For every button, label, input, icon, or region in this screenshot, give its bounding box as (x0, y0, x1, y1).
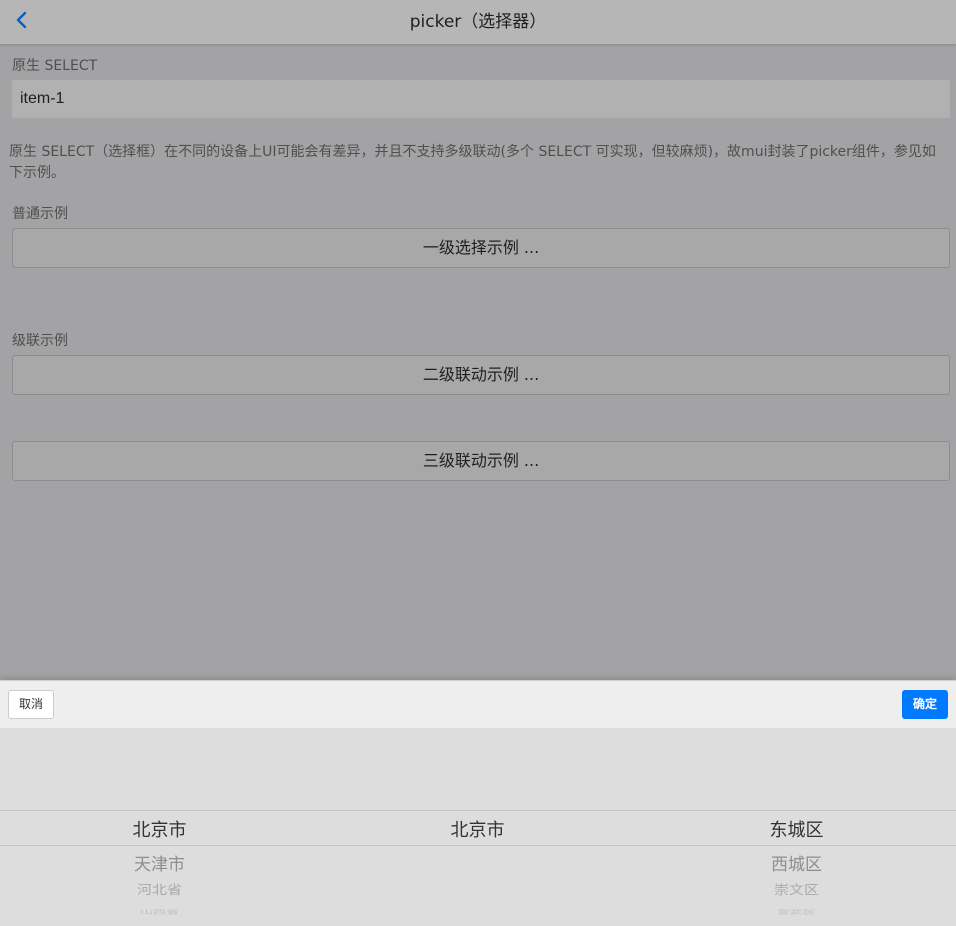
picker-column-district[interactable]: 东城区 西城区 崇文区 宣武区 (637, 728, 956, 926)
picker-option-selected[interactable]: 北京市 (0, 816, 319, 842)
picker-option[interactable]: 西城区 (637, 850, 956, 875)
picker-column-province[interactable]: 北京市 天津市 河北省 山西省 (0, 728, 319, 926)
picker-option[interactable]: 河北省 (0, 881, 319, 899)
picker-option[interactable]: 天津市 (0, 850, 319, 875)
picker-option[interactable]: 崇文区 (637, 881, 956, 899)
page-title: picker（选择器） (409, 12, 547, 32)
picker-header: 取消 确定 (0, 680, 956, 728)
confirm-button[interactable]: 确定 (902, 690, 948, 719)
cancel-button[interactable]: 取消 (8, 690, 54, 719)
picker-wheels: 北京市 天津市 河北省 山西省 北京市 东城区 西城区 崇文区 宣武区 (0, 728, 956, 926)
three-level-picker-button[interactable]: 三级联动示例 ... (12, 441, 950, 481)
picker-option[interactable]: 山西省 (0, 907, 319, 916)
native-select[interactable]: item-1 (12, 80, 950, 118)
picker-option[interactable]: 宣武区 (637, 907, 956, 916)
picker-popup: 取消 确定 北京市 天津市 河北省 山西省 北京市 东城区 西城区 崇文区 宣武… (0, 680, 956, 926)
normal-section-label: 普通示例 (12, 206, 68, 222)
picker-column-city[interactable]: 北京市 (318, 728, 637, 926)
native-select-label: 原生 SELECT (12, 58, 98, 74)
description-text: 原生 SELECT（选择框）在不同的设备上UI可能会有差异，并且不支持多级联动(… (9, 144, 936, 181)
two-level-picker-button[interactable]: 二级联动示例 ... (12, 355, 950, 395)
picker-option-selected[interactable]: 东城区 (637, 816, 956, 842)
navbar: picker（选择器） (0, 0, 956, 44)
cascade-section-label: 级联示例 (12, 333, 68, 349)
picker-option-selected[interactable]: 北京市 (318, 816, 637, 842)
single-level-picker-button[interactable]: 一级选择示例 ... (12, 228, 950, 268)
